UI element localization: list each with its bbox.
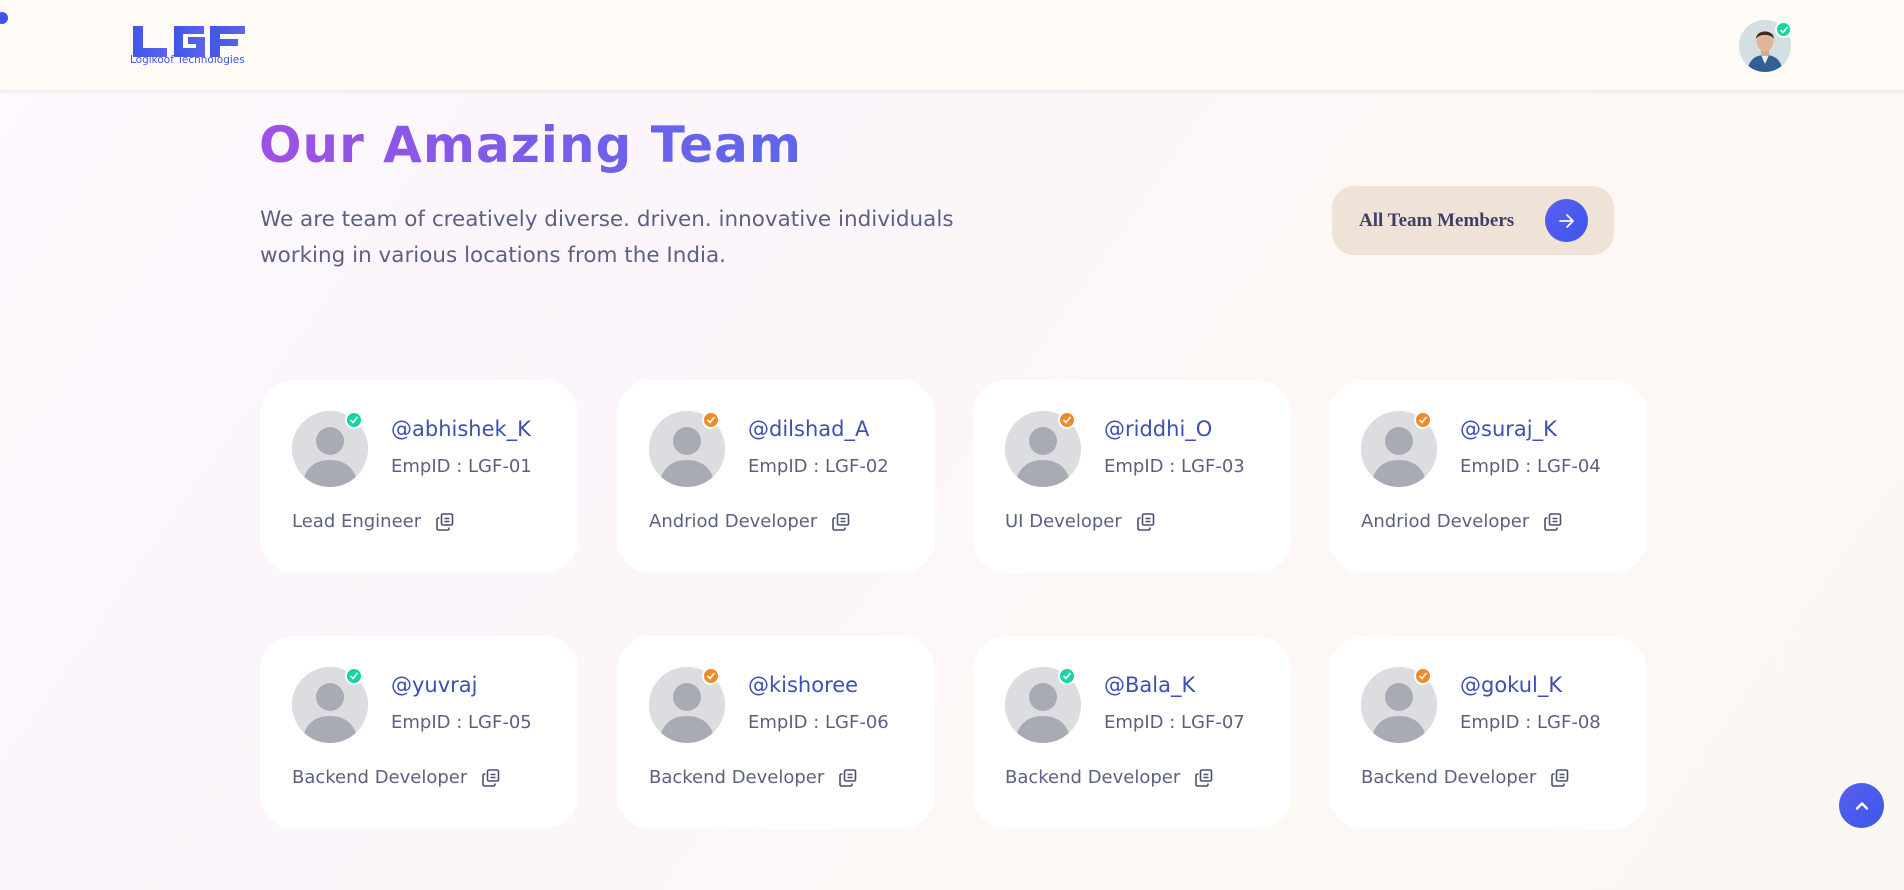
copy-icon[interactable] <box>481 768 501 788</box>
check-icon <box>706 416 716 424</box>
team-member-card[interactable]: @yuvraj EmpID : LGF-05 Backend Developer <box>260 636 578 829</box>
copy-icon[interactable] <box>1194 768 1214 788</box>
member-username[interactable]: @dilshad_A <box>748 417 869 441</box>
member-username[interactable]: @kishoree <box>748 673 858 697</box>
member-role-row: Backend Developer <box>292 767 501 788</box>
copy-icon[interactable] <box>1543 512 1563 532</box>
check-icon <box>349 416 359 424</box>
arrow-right-icon <box>1545 199 1588 242</box>
check-icon <box>1062 416 1072 424</box>
status-badge <box>1058 667 1076 685</box>
team-member-card[interactable]: @dilshad_A EmpID : LGF-02 Andriod Develope… <box>617 380 935 573</box>
member-username[interactable]: @Bala_K <box>1104 673 1195 697</box>
status-badge <box>1414 411 1432 429</box>
page-subtitle: We are team of creatively diverse. drive… <box>260 207 954 268</box>
member-role-row: Lead Engineer <box>292 511 455 532</box>
member-username[interactable]: @abhishek_K <box>391 417 531 441</box>
profile-status-badge <box>1775 21 1792 38</box>
member-role-row: Backend Developer <box>1005 767 1214 788</box>
member-username[interactable]: @riddhi_O <box>1104 417 1212 441</box>
member-role: Backend Developer <box>1361 767 1537 788</box>
top-navbar: Logikoof Technologies <box>0 0 1904 91</box>
page-title: Our Amazing Team <box>259 116 802 174</box>
member-username[interactable]: @suraj_K <box>1460 417 1557 441</box>
member-role-row: Andriod Developer <box>1361 511 1563 532</box>
member-role: Lead Engineer <box>292 511 422 532</box>
status-badge <box>702 667 720 685</box>
check-icon <box>1062 672 1072 680</box>
member-role-row: UI Developer <box>1005 511 1156 532</box>
member-empid: EmpID : LGF-01 <box>391 456 532 477</box>
corner-dot <box>0 12 8 24</box>
member-empid: EmpID : LGF-08 <box>1460 712 1601 733</box>
chevron-up-icon <box>1855 801 1868 810</box>
team-member-card[interactable]: @suraj_K EmpID : LGF-04 Andriod Developer <box>1329 380 1647 573</box>
check-icon <box>706 672 716 680</box>
member-empid: EmpID : LGF-02 <box>748 456 889 477</box>
status-badge <box>1414 667 1432 685</box>
member-username[interactable]: @gokul_K <box>1460 673 1562 697</box>
member-role-row: Backend Developer <box>649 767 858 788</box>
check-icon <box>1418 672 1428 680</box>
member-role-row: Backend Developer <box>1361 767 1570 788</box>
member-role: Andriod Developer <box>1361 511 1530 532</box>
status-badge <box>702 411 720 429</box>
member-empid: EmpID : LGF-06 <box>748 712 889 733</box>
member-empid: EmpID : LGF-04 <box>1460 456 1601 477</box>
brand-name: Logikoof Technologies <box>130 54 245 66</box>
status-badge <box>1058 411 1076 429</box>
member-role: Backend Developer <box>1005 767 1181 788</box>
member-empid: EmpID : LGF-03 <box>1104 456 1245 477</box>
scroll-to-top-button[interactable] <box>1839 783 1884 828</box>
team-member-card[interactable]: @abhishek_K EmpID : LGF-01 Lead Engineer <box>260 380 578 573</box>
all-team-members-label: All Team Members <box>1359 210 1515 231</box>
check-icon <box>1418 416 1428 424</box>
team-member-card[interactable]: @kishoree EmpID : LGF-06 Backend Developer <box>617 636 935 829</box>
member-role: Backend Developer <box>292 767 468 788</box>
team-member-card[interactable]: @gokul_K EmpID : LGF-08 Backend Developer <box>1329 636 1647 829</box>
member-username[interactable]: @yuvraj <box>391 673 478 697</box>
member-role: Backend Developer <box>649 767 825 788</box>
status-badge <box>345 667 363 685</box>
all-team-members-button[interactable]: All Team Members <box>1332 186 1614 255</box>
member-role-row: Andriod Developer <box>649 511 851 532</box>
copy-icon[interactable] <box>435 512 455 532</box>
copy-icon[interactable] <box>831 512 851 532</box>
copy-icon[interactable] <box>1136 512 1156 532</box>
member-empid: EmpID : LGF-05 <box>391 712 532 733</box>
check-icon <box>349 672 359 680</box>
member-role: UI Developer <box>1005 511 1122 532</box>
copy-icon[interactable] <box>838 768 858 788</box>
team-member-card[interactable]: @Bala_K EmpID : LGF-07 Backend Developer <box>973 636 1291 829</box>
member-role: Andriod Developer <box>649 511 818 532</box>
check-icon <box>1779 25 1788 34</box>
status-badge <box>345 411 363 429</box>
team-member-card[interactable]: @riddhi_O EmpID : LGF-03 UI Developer <box>973 380 1291 573</box>
member-empid: EmpID : LGF-07 <box>1104 712 1245 733</box>
copy-icon[interactable] <box>1550 768 1570 788</box>
